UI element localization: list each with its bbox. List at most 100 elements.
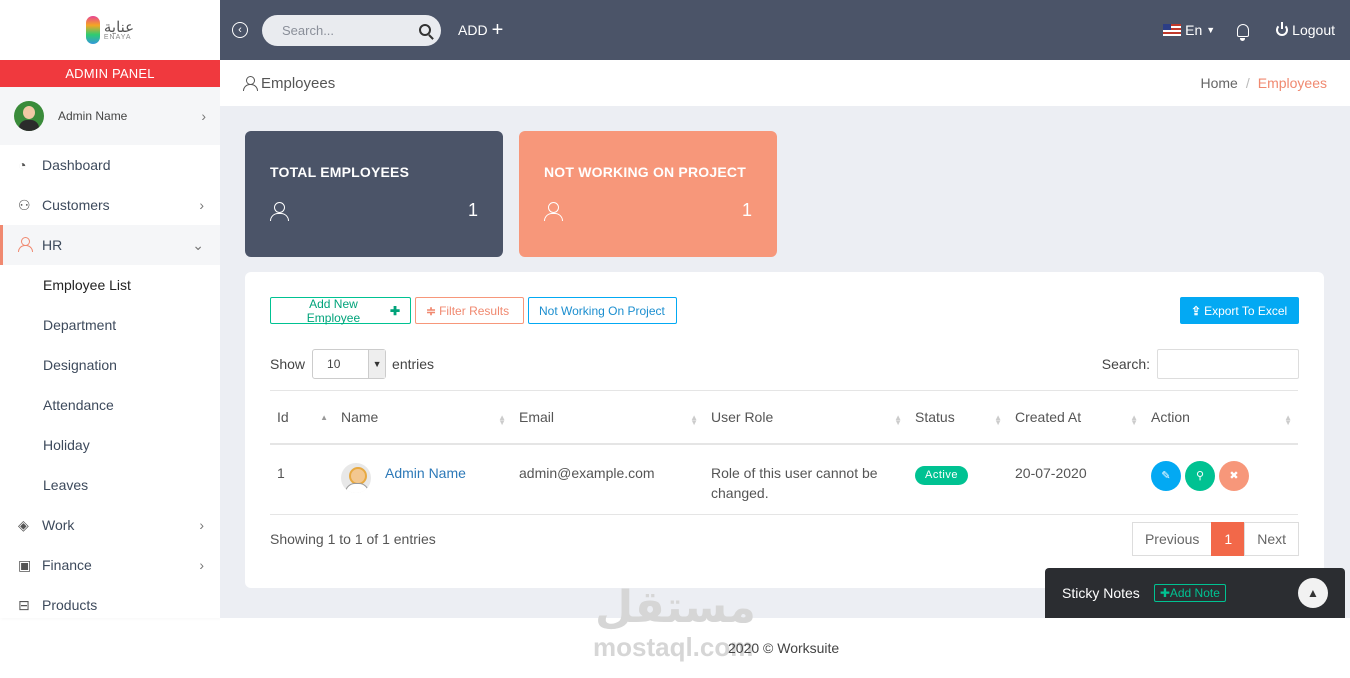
language-label: En	[1185, 22, 1203, 38]
previous-page-button[interactable]: Previous	[1131, 522, 1213, 556]
table-search-input[interactable]	[1157, 349, 1299, 379]
cell-user-role: Role of this user cannot be changed.	[704, 443, 908, 515]
logo-text: عناية	[103, 17, 135, 36]
sidebar-subitem-leaves[interactable]: Leaves	[0, 465, 220, 505]
sidebar: عناية ENAYA ADMIN PANEL Admin Name › ◔ D…	[0, 0, 220, 618]
logo-subtext: ENAYA	[103, 33, 132, 41]
users-icon: ⚇	[18, 196, 31, 213]
topbar-right: En ▼ Logout	[1163, 22, 1350, 41]
plus-icon: ✚	[1159, 586, 1170, 600]
sidebar-item-label: HR	[42, 237, 63, 253]
avatar	[14, 101, 44, 131]
close-icon: ✖	[1229, 469, 1239, 482]
sort-icon: ▲ ▼	[498, 413, 506, 427]
language-selector[interactable]: En ▼	[1163, 22, 1215, 38]
add-note-button[interactable]: ✚Add Note	[1153, 584, 1226, 602]
stat-value: 1	[741, 200, 752, 220]
breadcrumb-home[interactable]: Home	[1200, 75, 1237, 91]
page-header: Employees Home / Employees	[220, 60, 1350, 106]
sort-icon: ▲ ▼	[1284, 413, 1292, 427]
column-header-id[interactable]: Id ▲	[270, 390, 334, 445]
sidebar-subitem-holiday[interactable]: Holiday	[0, 425, 220, 465]
bell-icon[interactable]	[1237, 23, 1250, 41]
dashboard-icon: ◔	[18, 157, 27, 173]
sidebar-subitem-department[interactable]: Department	[0, 305, 220, 345]
sidebar-subitem-attendance[interactable]: Attendance	[0, 385, 220, 425]
employee-name-link[interactable]: Admin Name	[385, 463, 466, 483]
sidebar-item-label: Products	[42, 597, 98, 613]
button-label: Export To Excel	[1204, 303, 1288, 318]
view-button[interactable]: ⚲	[1185, 460, 1215, 491]
add-menu-button[interactable]: ADD +	[458, 20, 503, 40]
chevron-right-icon: ›	[199, 517, 204, 533]
entries-label: entries	[392, 356, 435, 372]
column-header-user-role[interactable]: User Role ▲ ▼	[704, 390, 908, 445]
cell-actions: ✎ ⚲ ✖	[1144, 443, 1298, 515]
cell-created-at: 20-07-2020	[1008, 443, 1144, 515]
stat-total-employees: TOTAL EMPLOYEES 1	[245, 131, 503, 257]
plus-icon: ✚	[389, 303, 400, 318]
pagination: Previous 1 Next	[1131, 522, 1299, 556]
stat-title: NOT WORKING ON PROJECT	[544, 164, 746, 180]
add-employee-button[interactable]: Add New Employee ✚	[270, 297, 411, 325]
button-label: Filter Results	[439, 303, 510, 318]
admin-panel-banner: ADMIN PANEL	[0, 60, 220, 87]
user-icon	[544, 201, 563, 221]
chevron-down-icon: ▼	[368, 350, 386, 378]
page-title: Employees	[243, 75, 335, 92]
column-header-created-at[interactable]: Created At ▲ ▼	[1008, 390, 1144, 445]
sort-icon: ▲ ▼	[994, 413, 1002, 427]
column-header-action[interactable]: Action ▲ ▼	[1144, 390, 1298, 445]
table-header-row: Id ▲ Name ▲ ▼ Email ▲ ▼ User Role ▲ ▼ Status ▲ ▼ …	[270, 390, 1298, 445]
logo-swirl-icon	[85, 16, 100, 44]
search-input[interactable]	[282, 22, 412, 38]
sidebar-item-work[interactable]: ◈ Work ›	[0, 505, 220, 545]
sidebar-item-finance[interactable]: ▣ Finance ›	[0, 545, 220, 585]
main-content: TOTAL EMPLOYEES 1 NOT WORKING ON PROJECT…	[220, 106, 1350, 618]
collapse-sidebar-icon[interactable]: ‹	[232, 22, 248, 38]
user-icon	[18, 236, 42, 254]
filter-results-button[interactable]: ≑ Filter Results	[415, 297, 524, 324]
column-header-email[interactable]: Email ▲ ▼	[512, 390, 704, 445]
table-search-label: Search:	[1101, 356, 1150, 372]
logout-label: Logout	[1292, 22, 1335, 38]
sidebar-item-dashboard[interactable]: ◔ Dashboard	[0, 145, 220, 185]
topbar: ‹ ADD + En ▼ Logout	[220, 0, 1350, 60]
sort-icon: ▲ ▼	[1130, 413, 1138, 427]
chevron-right-icon: ›	[201, 108, 206, 124]
search-icon[interactable]	[419, 24, 431, 36]
next-page-button[interactable]: Next	[1244, 522, 1299, 556]
watermark: مستقل	[595, 583, 756, 632]
export-excel-button[interactable]: ⇪ Export To Excel	[1180, 297, 1299, 324]
power-icon	[1276, 22, 1289, 36]
sidebar-item-customers[interactable]: ⚇ Customers ›	[0, 185, 220, 225]
sidebar-subitem-employee-list[interactable]: Employee List	[0, 265, 220, 305]
user-icon	[270, 201, 289, 221]
sidebar-item-hr[interactable]: HR ⌄	[0, 225, 220, 265]
sidebar-item-label: Dashboard	[42, 157, 111, 173]
sidebar-nav: ◔ Dashboard ⚇ Customers › HR ⌄ Employee …	[0, 145, 220, 618]
chevron-up-icon[interactable]: ▲	[1298, 578, 1328, 608]
logo[interactable]: عناية ENAYA	[0, 0, 220, 60]
avatar	[341, 462, 371, 493]
edit-button[interactable]: ✎	[1151, 460, 1181, 491]
page-button-current[interactable]: 1	[1211, 522, 1246, 556]
sidebar-user[interactable]: Admin Name ›	[0, 87, 220, 145]
column-header-status[interactable]: Status ▲ ▼	[908, 390, 1008, 445]
stat-value: 1	[467, 200, 478, 220]
page-size-select[interactable]: 10 ▼	[312, 349, 387, 379]
page-title-text: Employees	[261, 74, 336, 92]
logout-button[interactable]: Logout	[1276, 22, 1335, 38]
sidebar-subitem-designation[interactable]: Designation	[0, 345, 220, 385]
sort-asc-icon: ▲	[320, 413, 328, 422]
sidebar-item-products[interactable]: ⊟ Products	[0, 585, 220, 618]
table-search: Search:	[1102, 349, 1299, 379]
column-header-name[interactable]: Name ▲ ▼	[334, 390, 512, 445]
sidebar-item-label: Customers	[42, 197, 110, 213]
sticky-notes-title: Sticky Notes	[1062, 585, 1140, 601]
sort-icon: ▲ ▼	[690, 413, 698, 427]
delete-button[interactable]: ✖	[1219, 460, 1249, 491]
not-working-button[interactable]: Not Working On Project	[528, 297, 677, 324]
stat-title: TOTAL EMPLOYEES	[270, 164, 410, 180]
caret-down-icon: ▼	[1206, 25, 1216, 35]
